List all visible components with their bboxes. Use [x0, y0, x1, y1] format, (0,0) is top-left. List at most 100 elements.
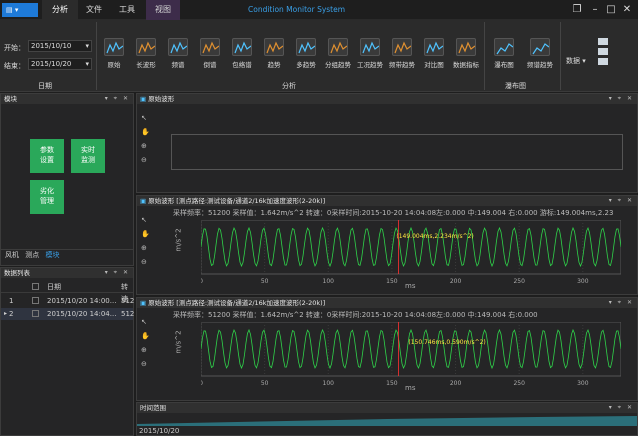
select-all-checkbox[interactable] — [32, 283, 39, 290]
end-label: 结束： — [4, 62, 25, 70]
tab-view[interactable]: 视图 — [146, 0, 180, 20]
header-date: 日期 — [47, 283, 61, 291]
tab-analysis[interactable]: 分析 — [42, 0, 78, 20]
tab-fan[interactable]: 风机 — [5, 251, 19, 259]
wave-panel-header: ▣ 原始波形 ▾ ⌖ ✕ — [137, 94, 637, 104]
envelope-label: 包络谱 — [232, 61, 252, 69]
layout-icon[interactable] — [598, 38, 608, 45]
zoom-in-icon[interactable]: ⊕ — [141, 346, 149, 354]
time-range-header: 时间范围 ▾ ⌖ ✕ — [137, 403, 637, 413]
layout-icon[interactable] — [598, 48, 608, 55]
cursor-icon[interactable]: ↖ — [141, 114, 149, 122]
spectrum-trend-label: 频谱趋势 — [527, 61, 553, 69]
x-tick-label: 150 — [386, 380, 398, 387]
data-button[interactable]: 数据 ▾ — [566, 56, 586, 66]
app-menu-button[interactable]: ▤ ▾ — [2, 3, 38, 17]
x-tick-label: 100 — [323, 278, 335, 285]
data-list-header: 数据列表 ▾ ⌖ ✕ — [1, 268, 133, 278]
layout-icon[interactable] — [598, 58, 608, 65]
wave-info: 采样频率：51200 采样值：1.642m/s^2 转速：0采样时间:2015-… — [173, 209, 614, 217]
trend-button[interactable]: 趋势 — [260, 38, 288, 82]
x-tick-label: 200 — [450, 278, 462, 285]
tab-module[interactable]: 模块 — [45, 251, 59, 259]
cepstrum-icon — [200, 38, 220, 56]
wave-panel: ▣ 原始波形 [测点路径:测试设备/通道2/16k加速度波形(2-20k)] ▾ … — [136, 297, 638, 401]
zoom-out-icon[interactable]: ⊖ — [141, 156, 149, 164]
cursor-icon[interactable]: ↖ — [141, 318, 149, 326]
group-trend-button[interactable]: 分组趋势 — [324, 38, 352, 82]
end-date-input[interactable]: 2015/10/20 ▾ — [28, 58, 92, 70]
trend-icon — [264, 38, 284, 56]
hand-icon[interactable]: ✋ — [141, 128, 150, 136]
restore-icon[interactable]: ❐ — [570, 3, 584, 17]
zoom-out-icon[interactable]: ⊖ — [141, 360, 149, 368]
data-index-button[interactable]: 数据指标 — [452, 38, 480, 82]
spectrum-icon — [168, 38, 188, 56]
panel-controls-icon[interactable]: ▾ ⌖ ✕ — [609, 196, 634, 206]
row-checkbox[interactable] — [32, 297, 39, 304]
spectrum-button[interactable]: 频谱 — [164, 38, 192, 82]
spectrum-trend-button[interactable]: 频谱趋势 — [526, 38, 554, 82]
wave-plot[interactable]: 05010015020025030020-2(149.004ms,2.234m/… — [201, 220, 621, 288]
zoom-out-icon[interactable]: ⊖ — [141, 258, 149, 266]
tab-tools[interactable]: 工具 — [112, 0, 142, 20]
time-range-panel: 时间范围 ▾ ⌖ ✕ 2015/10/20 — [136, 402, 638, 436]
table-row[interactable]: 1 2015/10/20 14:00... 512 — [1, 295, 135, 307]
condition-trend-icon — [360, 38, 380, 56]
hand-icon[interactable]: ✋ — [141, 230, 150, 238]
cursor-label: (150.746ms,0.590m/s^2) — [408, 339, 485, 346]
waterfall-icon — [494, 38, 514, 56]
trend-label: 趋势 — [267, 61, 281, 69]
realtime-monitor-button[interactable]: 实时 监测 — [71, 139, 105, 173]
minimize-icon[interactable]: – — [588, 3, 602, 17]
maximize-icon[interactable]: □ — [604, 3, 618, 17]
ribbon: 开始： 2015/10/10 ▾ 结束： 2015/10/20 ▾ 日期 原始 长波形… — [0, 20, 638, 92]
envelope-button[interactable]: 包络谱 — [228, 38, 256, 82]
wave-plot[interactable]: 05010015020025030020-2(150.746ms,0.590m/… — [201, 322, 621, 390]
row-date: 2015/10/20 14:00... — [47, 297, 117, 305]
start-date-value: 2015/10/10 — [31, 42, 72, 50]
condition-trend-label: 工况趋势 — [357, 61, 383, 69]
close-icon[interactable]: ✕ — [620, 3, 634, 17]
raw-button[interactable]: 原始 — [100, 38, 128, 82]
long-wave-button[interactable]: 长波形 — [132, 38, 160, 82]
x-tick-label: 150 — [386, 278, 398, 285]
panel-controls-icon[interactable]: ▾ ⌖ ✕ — [105, 94, 130, 104]
zoom-in-icon[interactable]: ⊕ — [141, 142, 149, 150]
module-panel-header: 模块 ▾ ⌖ ✕ — [1, 94, 133, 104]
compare-button[interactable]: 对比图 — [420, 38, 448, 82]
param-settings-button[interactable]: 参数 设置 — [30, 139, 64, 173]
divider — [560, 22, 561, 90]
row-pointer-icon: ▸ — [4, 310, 8, 317]
cursor-icon[interactable]: ↖ — [141, 216, 149, 224]
time-range-slider[interactable] — [137, 414, 637, 426]
row-speed: 512 — [121, 310, 135, 318]
multi-trend-button[interactable]: 多趋势 — [292, 38, 320, 82]
panel-controls-icon[interactable]: ▾ ⌖ ✕ — [105, 268, 130, 278]
degradation-management-button[interactable]: 劣化 管理 — [30, 180, 64, 214]
cepstrum-button[interactable]: 倒谱 — [196, 38, 224, 82]
chevron-down-icon: ▾ — [85, 60, 89, 68]
spectrum-label: 频谱 — [171, 61, 185, 69]
start-date-input[interactable]: 2015/10/10 ▾ — [28, 40, 92, 52]
tab-point[interactable]: 测点 — [25, 251, 39, 259]
panel-controls-icon[interactable]: ▾ ⌖ ✕ — [609, 298, 634, 308]
row-speed: 512 — [121, 297, 135, 305]
data-list-panel: 数据列表 ▾ ⌖ ✕ 日期 转速 1 2015/10/20 14:00... 51… — [0, 267, 134, 436]
condition-trend-button[interactable]: 工况趋势 — [356, 38, 384, 82]
panel-controls-icon[interactable]: ▾ ⌖ ✕ — [609, 94, 634, 104]
row-index: 1 — [9, 297, 14, 305]
zoom-in-icon[interactable]: ⊕ — [141, 244, 149, 252]
cursor-label: (149.004ms,2.234m/s^2) — [396, 233, 473, 240]
panel-controls-icon[interactable]: ▾ ⌖ ✕ — [609, 403, 634, 413]
band-trend-icon — [392, 38, 412, 56]
tab-file[interactable]: 文件 — [80, 0, 108, 20]
waterfall-button[interactable]: 瀑布图 — [490, 38, 518, 82]
group-trend-label: 分组趋势 — [325, 61, 351, 69]
row-checkbox[interactable] — [32, 310, 39, 317]
band-trend-button[interactable]: 频带趋势 — [388, 38, 416, 82]
table-header: 日期 转速 — [1, 281, 133, 303]
x-tick-label: 300 — [577, 380, 589, 387]
hand-icon[interactable]: ✋ — [141, 332, 150, 340]
table-row[interactable]: ▸ 2 2015/10/20 14:04... 512 — [1, 308, 135, 320]
